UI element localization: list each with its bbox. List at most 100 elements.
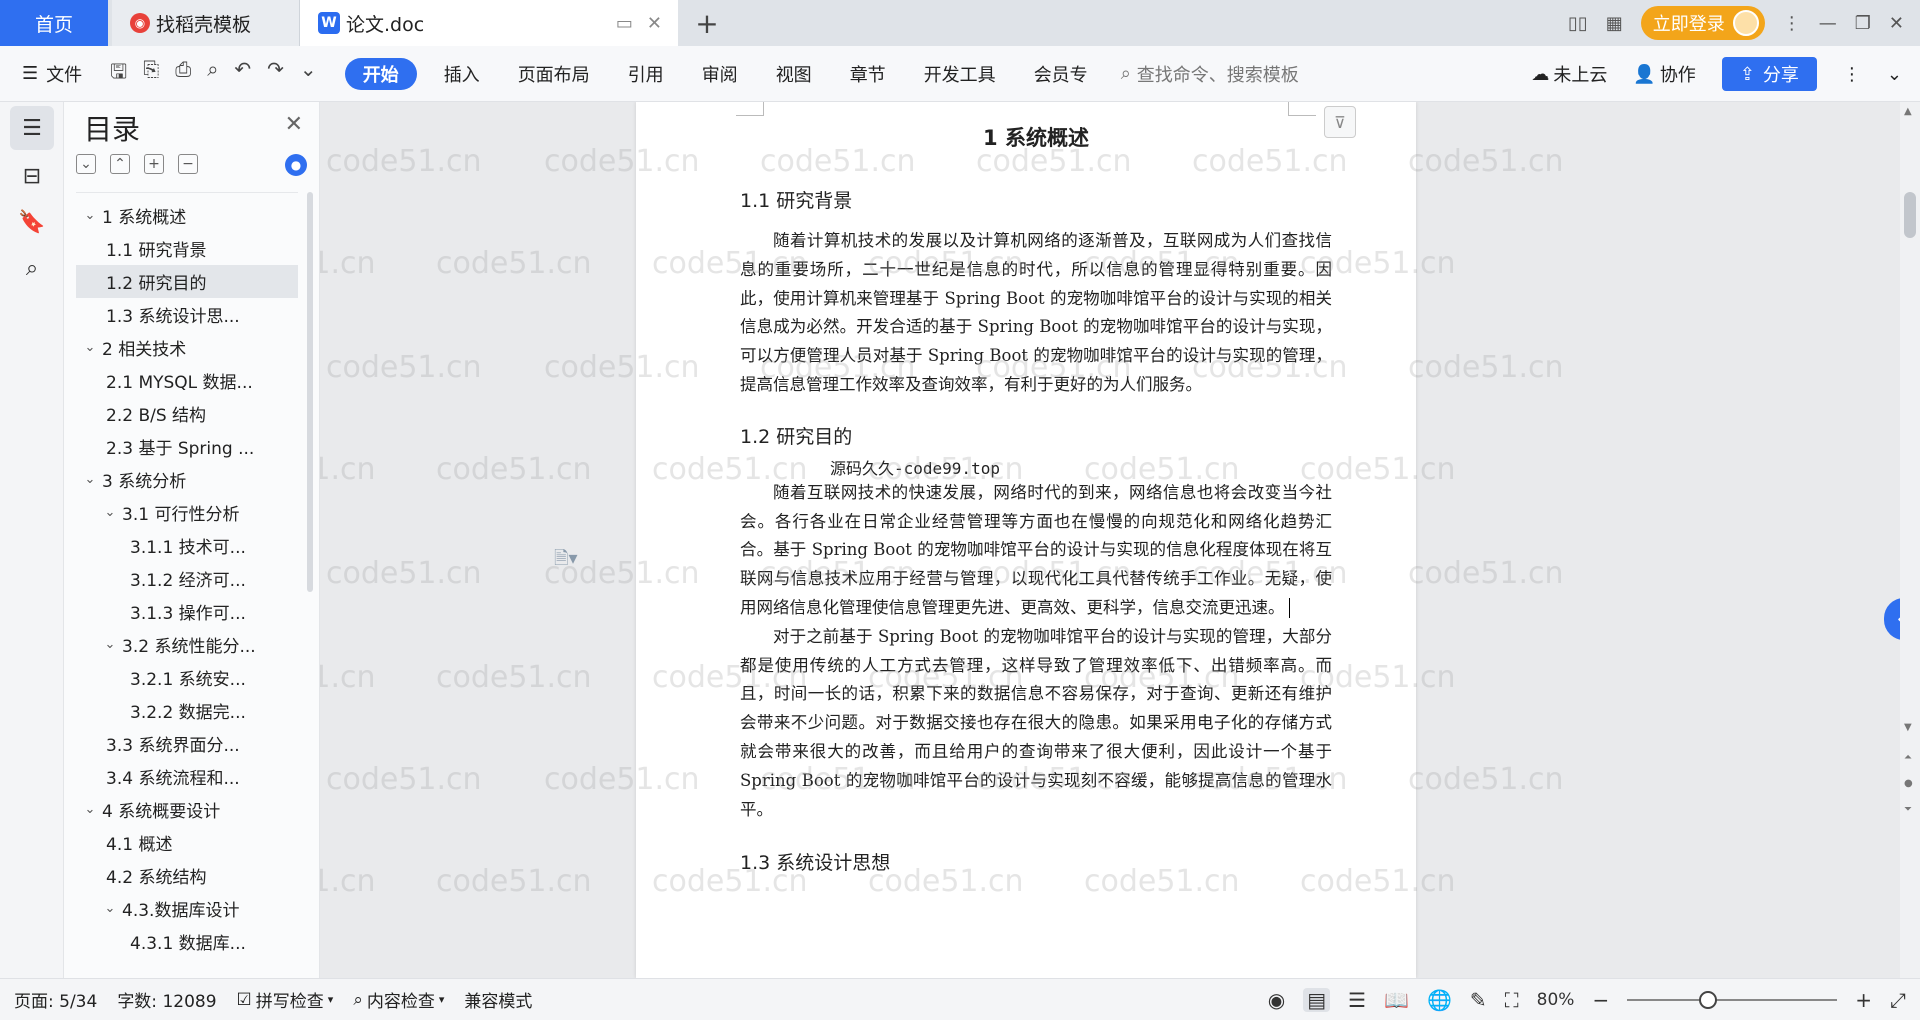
toc-item[interactable]: 1.3 系统设计思... xyxy=(76,298,298,331)
print-icon[interactable]: ⎙ xyxy=(175,57,191,91)
eye-protection-icon[interactable]: ◉ xyxy=(1268,988,1285,1012)
new-tab-button[interactable]: + xyxy=(690,6,724,40)
more-icon[interactable]: ⋮ xyxy=(1783,13,1801,34)
apps-grid-icon[interactable]: ▦ xyxy=(1606,13,1623,34)
chevron-down-icon[interactable]: ⌄ xyxy=(102,901,118,916)
chevron-down-icon[interactable]: ⌄ xyxy=(82,802,98,817)
more-options-icon[interactable]: ⋮ xyxy=(1843,64,1861,85)
toc-item[interactable]: 1.2 研究目的 xyxy=(76,265,298,298)
toc-item[interactable]: ⌄ 4 系统概要设计 xyxy=(76,793,298,826)
toc-item[interactable]: 3.1.2 经济可... xyxy=(76,562,298,595)
zoom-slider-knob[interactable] xyxy=(1699,991,1718,1009)
toc-item[interactable]: ⌄ 4.3.数据库设计 xyxy=(76,892,298,925)
find-icon[interactable]: ⌕ xyxy=(10,246,54,290)
tab-home[interactable]: 首页 xyxy=(0,0,108,46)
layout-icon[interactable]: ▯▯ xyxy=(1568,13,1588,34)
toc-item[interactable]: ⌄ 3.1 可行性分析 xyxy=(76,496,298,529)
ribbon-tab-review[interactable]: 审阅 xyxy=(683,58,757,90)
promote-icon[interactable]: + xyxy=(144,154,164,174)
undo-icon[interactable]: ↶ xyxy=(234,57,251,91)
chevron-down-icon[interactable]: ⌄ xyxy=(300,57,317,91)
demote-icon[interactable]: − xyxy=(178,154,198,174)
paragraph-menu-icon[interactable]: 🗎▾ xyxy=(554,546,578,576)
bookmark-icon[interactable]: 🔖 xyxy=(10,200,54,244)
chevron-down-icon[interactable]: ⌄ xyxy=(82,208,98,223)
reading-view-icon[interactable]: 📖 xyxy=(1384,988,1409,1012)
ribbon-tab-home[interactable]: 开始 xyxy=(344,57,417,90)
toc-item[interactable]: 3.3 系统界面分... xyxy=(76,727,298,760)
page-up-icon[interactable]: ⏶ xyxy=(1904,752,1912,763)
ribbon-tab-layout[interactable]: 页面布局 xyxy=(499,58,609,90)
ribbon-tab-developer[interactable]: 开发工具 xyxy=(905,58,1015,90)
outline-icon[interactable]: ⊟ xyxy=(10,154,54,198)
toc-item[interactable]: ⌄ 3.2 系统性能分... xyxy=(76,628,298,661)
filter-icon[interactable]: ⊽ xyxy=(1324,106,1356,138)
content-check-button[interactable]: ⌕ 内容检查 ▾ xyxy=(353,987,444,1013)
toc-item[interactable]: 4.3.1 数据库... xyxy=(76,925,298,958)
print-preview-icon[interactable]: ⌕ xyxy=(207,57,218,91)
save-icon[interactable]: 🖫 xyxy=(110,57,127,91)
web-view-icon[interactable]: 🌐 xyxy=(1427,988,1452,1012)
fit-page-icon[interactable]: ⛶ xyxy=(1505,988,1519,1012)
word-count[interactable]: 字数: 12089 xyxy=(117,987,216,1012)
login-button[interactable]: 立即登录 xyxy=(1640,6,1765,40)
scroll-up-icon[interactable]: ▲ xyxy=(1904,106,1912,117)
collab-button[interactable]: 👤 协作 xyxy=(1633,61,1695,87)
fullscreen-icon[interactable]: ⤢ xyxy=(1890,988,1906,1012)
ribbon-tab-insert[interactable]: 插入 xyxy=(425,58,499,90)
toc-item[interactable]: 2.3 基于 Spring ... xyxy=(76,430,298,463)
close-tab-icon[interactable]: ✕ xyxy=(647,13,662,34)
minimize-icon[interactable]: — xyxy=(1819,13,1837,34)
toc-item[interactable]: 1.1 研究背景 xyxy=(76,232,298,265)
page-view-icon[interactable]: ▤ xyxy=(1303,988,1331,1012)
toc-item[interactable]: 3.2.2 数据完... xyxy=(76,694,298,727)
tab-document[interactable]: W 论文.doc ▭ ✕ xyxy=(300,0,678,46)
toc-icon[interactable]: ☰ xyxy=(10,106,54,150)
monitor-icon[interactable]: ▭ xyxy=(616,13,633,34)
toc-item[interactable]: 3.4 系统流程和... xyxy=(76,760,298,793)
document-page[interactable]: 1 系统概述 1.1 研究背景 随着计算机技术的发展以及计算机网络的逐渐普及，互… xyxy=(636,102,1416,978)
toc-item[interactable]: 2.1 MYSQL 数据... xyxy=(76,364,298,397)
chevron-down-icon[interactable]: ⌄ xyxy=(82,472,98,487)
file-menu[interactable]: ☰ 文件 xyxy=(22,61,82,87)
page-mark-icon[interactable]: ● xyxy=(1904,778,1913,789)
collapse-all-icon[interactable]: ⌃ xyxy=(110,154,130,174)
vertical-scrollbar[interactable]: ▲ ▼ ⏶ ● ⏷ xyxy=(1900,102,1920,978)
zoom-in-icon[interactable]: + xyxy=(1855,988,1872,1012)
side-panel-toggle[interactable]: ‹ xyxy=(1884,598,1900,640)
chevron-down-icon[interactable]: ⌄ xyxy=(102,505,118,520)
command-search[interactable]: ⌕ 查找命令、搜索模板 xyxy=(1121,61,1299,87)
toc-item[interactable]: 4.2 系统结构 xyxy=(76,859,298,892)
page-down-icon[interactable]: ⏷ xyxy=(1904,804,1912,815)
toc-scrollbar[interactable] xyxy=(307,192,313,592)
outline-view-icon[interactable]: ☰ xyxy=(1348,988,1366,1012)
ribbon-tab-references[interactable]: 引用 xyxy=(609,58,683,90)
expand-all-icon[interactable]: ⌄ xyxy=(76,154,96,174)
share-button[interactable]: ⇪ 分享 xyxy=(1721,57,1817,91)
zoom-slider[interactable] xyxy=(1627,991,1838,1009)
close-window-icon[interactable]: ✕ xyxy=(1889,13,1904,34)
tab-templates[interactable]: ◉ 找稻壳模板 xyxy=(112,0,300,46)
chevron-down-icon[interactable]: ⌄ xyxy=(82,340,98,355)
toc-item[interactable]: ⌄ 1 系统概述 xyxy=(76,199,298,232)
ribbon-tab-section[interactable]: 章节 xyxy=(831,58,905,90)
scroll-down-icon[interactable]: ▼ xyxy=(1904,722,1912,733)
close-icon[interactable]: ✕ xyxy=(285,112,303,137)
write-view-icon[interactable]: ✎ xyxy=(1470,988,1487,1012)
toc-item[interactable]: ⌄ 2 相关技术 xyxy=(76,331,298,364)
toc-item[interactable]: ⌄ 3 系统分析 xyxy=(76,463,298,496)
ribbon-tab-view[interactable]: 视图 xyxy=(757,58,831,90)
export-icon[interactable]: ⎘ xyxy=(143,57,159,91)
zoom-level[interactable]: 80% xyxy=(1537,990,1575,1010)
spellcheck-button[interactable]: ☑ 拼写检查 ▾ xyxy=(237,987,334,1013)
document-body[interactable]: 1 系统概述 1.1 研究背景 随着计算机技术的发展以及计算机网络的逐渐普及，互… xyxy=(740,122,1332,889)
page-indicator[interactable]: 页面: 5/34 xyxy=(14,987,97,1012)
scrollbar-thumb[interactable] xyxy=(1904,192,1916,238)
redo-icon[interactable]: ↷ xyxy=(267,57,284,91)
toc-item[interactable]: 3.1.3 操作可... xyxy=(76,595,298,628)
ai-assistant-icon[interactable]: ● xyxy=(285,154,307,176)
ribbon-tab-member[interactable]: 会员专 xyxy=(1015,58,1107,90)
chevron-down-icon[interactable]: ⌄ xyxy=(102,637,118,652)
restore-icon[interactable]: ❐ xyxy=(1855,13,1871,34)
collapse-ribbon-icon[interactable]: ⌄ xyxy=(1887,64,1902,85)
